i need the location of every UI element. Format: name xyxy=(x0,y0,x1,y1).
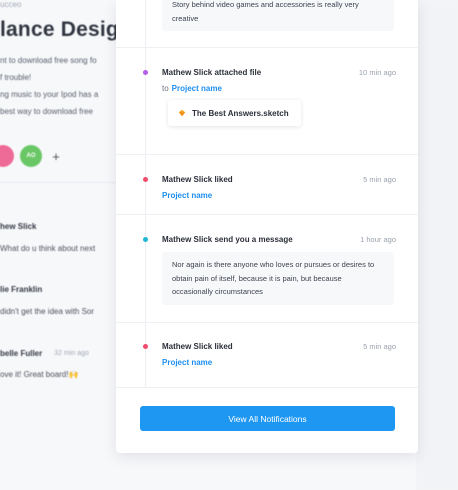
notification-title: Mathew Slick send you a message xyxy=(162,235,293,244)
notification-time: 5 min ago xyxy=(363,342,396,351)
attached-file-chip[interactable]: The Best Answers.sketch xyxy=(168,100,301,126)
notification-item[interactable]: Mathew Slick liked 5 min ago Project nam… xyxy=(116,155,418,215)
page-title: lance Design xyxy=(0,18,132,41)
view-all-notifications-button[interactable]: View All Notifications xyxy=(140,406,395,431)
comment-item: belle Fuller 32 min ago ove it! Great boa… xyxy=(0,349,125,379)
comment-item: lie Franklin didn't get the idea with So… xyxy=(0,285,125,316)
comment-text: What do u think about next xyxy=(0,244,96,253)
notification-title: Mathew Slick liked xyxy=(162,175,233,184)
description-line: best way to download free xyxy=(0,107,93,116)
breadcrumb: ucceo xyxy=(0,0,22,9)
project-link[interactable]: Project name xyxy=(162,191,212,200)
notification-title: Mathew Slick liked xyxy=(162,342,233,351)
timeline-dot xyxy=(143,237,148,242)
timeline-dot xyxy=(143,70,148,75)
file-name: The Best Answers.sketch xyxy=(192,108,289,118)
project-link[interactable]: Project name xyxy=(172,84,222,93)
avatar[interactable] xyxy=(0,145,14,167)
project-description: nt to download free song fo f trouble! n… xyxy=(0,52,120,120)
notification-item[interactable]: Mathew Slick attached file 10 min ago to… xyxy=(116,48,418,155)
notification-item[interactable]: Mathew Slick send you a message 1 hour a… xyxy=(116,215,418,323)
notification-item: Story behind video games and accessories… xyxy=(116,0,418,48)
member-avatars: AO + xyxy=(0,145,64,167)
comment-author: belle Fuller xyxy=(0,349,43,358)
notifications-panel: Story behind video games and accessories… xyxy=(116,0,418,453)
project-link-row: to Project name xyxy=(162,84,222,93)
message-quote: Story behind video games and accessories… xyxy=(162,0,394,31)
comment-time: 32 min ago xyxy=(54,350,89,357)
add-member-icon[interactable]: + xyxy=(48,148,64,164)
comment-item: hew Slick What do u think about next xyxy=(0,222,125,253)
timeline-dot xyxy=(143,344,148,349)
to-label: to xyxy=(162,84,169,93)
notification-item[interactable]: Mathew Slick liked 5 min ago Project nam… xyxy=(116,323,418,388)
notification-time: 5 min ago xyxy=(363,175,396,184)
description-line: ng music to your Ipod has a xyxy=(0,90,99,99)
timeline-dot xyxy=(143,177,148,182)
right-strip xyxy=(416,0,458,490)
comment-author: hew Slick xyxy=(0,222,37,231)
description-line: nt to download free song fo xyxy=(0,56,97,65)
comment-text: ove it! Great board!🙌 xyxy=(0,370,79,379)
notification-title: Mathew Slick attached file xyxy=(162,68,262,77)
comment-author: lie Franklin xyxy=(0,285,43,294)
message-quote: Nor again is there anyone who loves or p… xyxy=(162,252,394,305)
project-link[interactable]: Project name xyxy=(162,358,212,367)
description-line: f trouble! xyxy=(0,73,32,82)
sketch-file-icon xyxy=(178,109,186,117)
comment-text: didn't get the idea with Sor xyxy=(0,307,95,316)
avatar[interactable]: AO xyxy=(20,145,42,167)
notification-time: 1 hour ago xyxy=(360,235,396,244)
notification-time: 10 min ago xyxy=(358,68,396,77)
